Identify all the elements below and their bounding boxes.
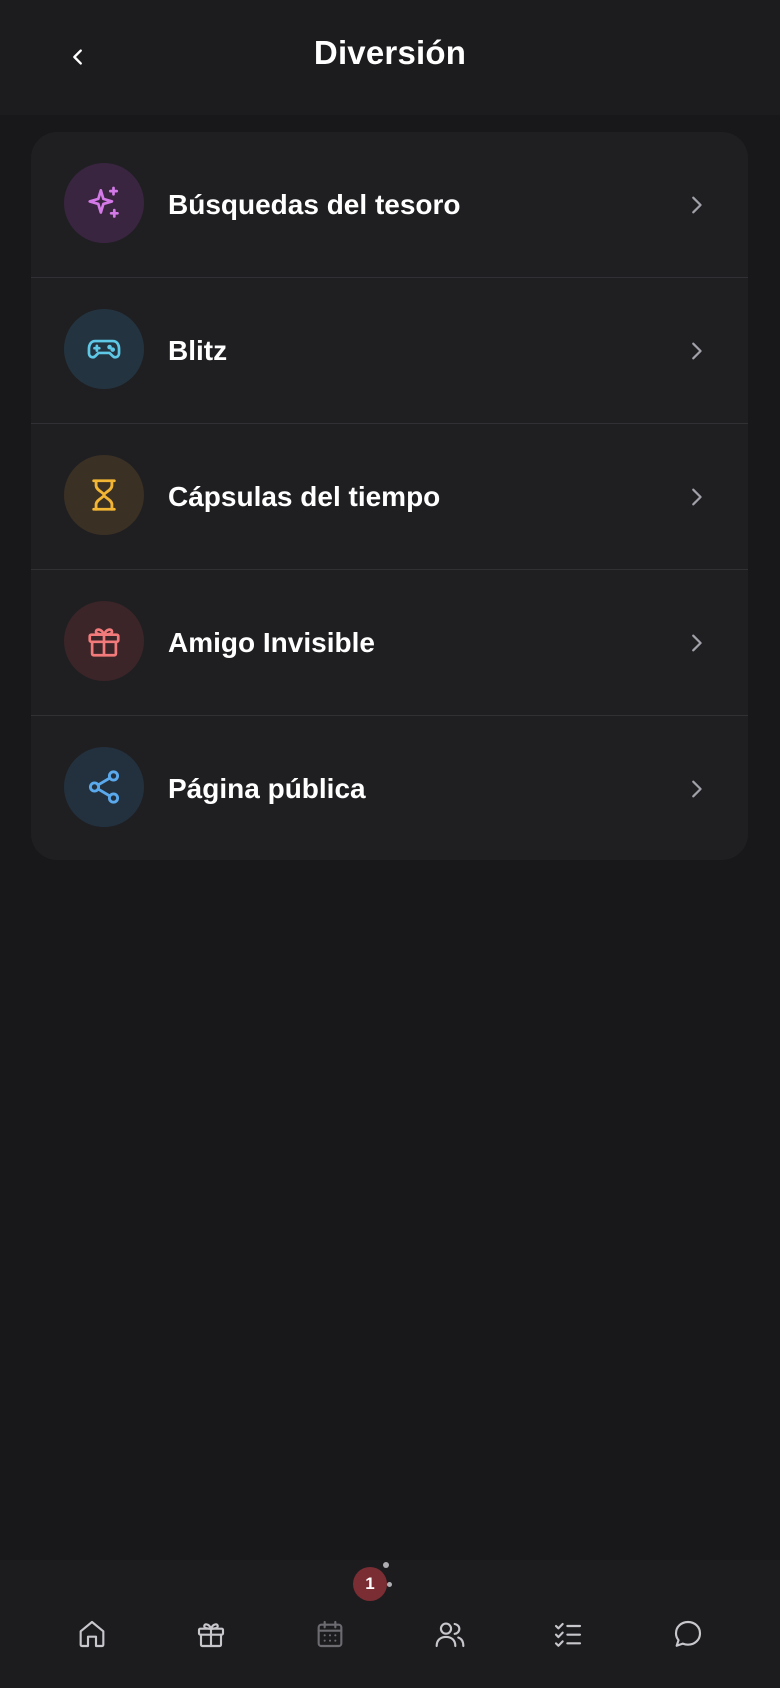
notification-badge: 1 [353, 1567, 387, 1601]
chevron-right-icon [684, 631, 708, 655]
calendar-icon [317, 1620, 343, 1648]
hourglass-icon [92, 479, 116, 511]
gift-icon [88, 628, 120, 657]
menu-item-label: Amigo Invisible [168, 626, 375, 658]
chevron-right-icon [684, 485, 708, 509]
tab-chat[interactable] [658, 1604, 718, 1664]
gift-icon [197, 1623, 225, 1648]
fun-menu-list: Búsquedas del tesoro Blitz Cápsulas del … [31, 132, 748, 860]
menu-item-secret-santa[interactable]: Amigo Invisible [31, 569, 748, 715]
icon-badge [64, 455, 144, 535]
icon-badge [64, 163, 144, 243]
top-bar: Diversión [0, 0, 780, 115]
chat-icon [674, 1620, 702, 1647]
menu-item-blitz[interactable]: Blitz [31, 277, 748, 423]
share-icon [88, 770, 120, 804]
icon-badge [64, 309, 144, 389]
menu-item-time-capsules[interactable]: Cápsulas del tiempo [31, 423, 748, 569]
bottom-tab-bar [0, 1560, 780, 1688]
tab-home[interactable] [62, 1604, 122, 1664]
chevron-right-icon [684, 339, 708, 363]
menu-item-label: Cápsulas del tiempo [168, 480, 441, 512]
checklist-icon [554, 1622, 582, 1647]
menu-item-label: Búsquedas del tesoro [168, 188, 461, 220]
icon-badge [64, 747, 144, 827]
tab-tasks[interactable] [538, 1604, 598, 1664]
sparkles-icon [88, 186, 119, 218]
page-title: Diversión [313, 34, 467, 71]
menu-item-treasure-hunts[interactable]: Búsquedas del tesoro [31, 132, 748, 277]
users-icon [435, 1622, 465, 1648]
chevron-right-icon [684, 777, 708, 801]
icon-badge [64, 601, 144, 681]
app-screen: Diversión Búsquedas del tesoro Blitz Cáp… [0, 0, 780, 1688]
tab-calendar[interactable] [300, 1604, 360, 1664]
tab-people[interactable] [420, 1604, 480, 1664]
chevron-right-icon [684, 193, 708, 217]
sparkle-dot [383, 1562, 389, 1568]
home-icon [79, 1620, 105, 1648]
sparkle-dot [387, 1582, 392, 1587]
tab-gifts[interactable] [181, 1604, 241, 1664]
menu-item-public-page[interactable]: Página pública [31, 715, 748, 860]
menu-item-label: Blitz [168, 334, 228, 366]
gamepad-icon [87, 339, 121, 359]
menu-item-label: Página pública [168, 772, 366, 804]
